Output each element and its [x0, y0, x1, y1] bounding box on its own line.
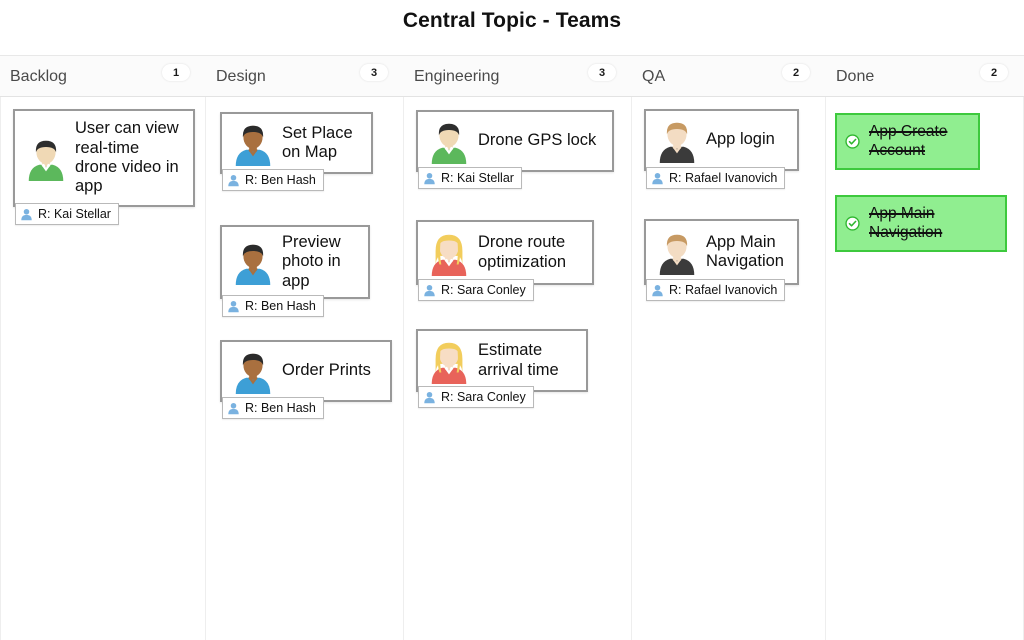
card[interactable]: App login R: Rafael Ivanovich [644, 109, 799, 189]
kanban-board: Central Topic - Teams Backlog 1 Design 3 Eng… [0, 0, 1024, 640]
card[interactable]: Order Prints R: Ben Hash [220, 340, 392, 419]
assignee-name: R: Ben Hash [245, 173, 316, 187]
column-header-qa[interactable]: QA [642, 56, 665, 98]
card-title: App Main Navigation [706, 232, 784, 270]
card[interactable]: Drone GPS lock R: Kai Stellar [416, 110, 614, 189]
task-card[interactable]: App Main Navigation [644, 219, 799, 285]
column-count-badge-engineering: 3 [588, 64, 616, 81]
card-title: App Main Navigation [869, 205, 943, 241]
card[interactable]: Set Place on Map R: Ben Hash [220, 112, 373, 191]
task-card[interactable]: User can view real-time drone video in a… [13, 109, 195, 207]
person-icon [423, 391, 436, 404]
assignee-badge[interactable]: R: Sara Conley [418, 279, 534, 301]
assignee-name: R: Sara Conley [441, 283, 526, 297]
assignee-badge[interactable]: R: Kai Stellar [418, 167, 522, 189]
card[interactable]: Estimate arrival time R: Sara Conley [416, 329, 588, 408]
column-header-design[interactable]: Design [216, 56, 266, 98]
avatar-ben-hash [230, 348, 276, 394]
card-title: App Create Account [869, 123, 948, 159]
column-count-badge-backlog: 1 [162, 64, 190, 81]
assignee-badge[interactable]: R: Sara Conley [418, 386, 534, 408]
card-title: Preview photo in app [282, 232, 341, 290]
column-name: Design [216, 68, 266, 85]
card[interactable]: Drone route optimization R: Sara Conley [416, 220, 594, 301]
check-circle-icon [845, 216, 860, 231]
lane-engineering[interactable]: Drone GPS lock R: Kai Stellar Drone rout… [404, 97, 632, 640]
page-title: Central Topic - Teams [402, 9, 622, 32]
column-header-backlog[interactable]: Backlog [10, 56, 67, 98]
avatar-ben-hash [230, 120, 276, 166]
column-count-badge-design: 3 [360, 64, 388, 81]
card[interactable]: App Main Navigation R: Rafael Ivanovich [644, 219, 799, 301]
card[interactable]: App Create Account [835, 113, 980, 170]
assignee-name: R: Rafael Ivanovich [669, 283, 778, 297]
assignee-badge[interactable]: R: Ben Hash [222, 169, 324, 191]
assignee-name: R: Ben Hash [245, 299, 316, 313]
person-icon [423, 172, 436, 185]
lane-design[interactable]: Set Place on Map R: Ben Hash Preview pho… [206, 97, 404, 640]
column-header-done[interactable]: Done [836, 56, 874, 98]
card[interactable]: Preview photo in app R: Ben Hash [220, 225, 370, 317]
card[interactable]: User can view real-time drone video in a… [13, 109, 195, 225]
task-card[interactable]: Order Prints [220, 340, 392, 402]
avatar-sara-conley [426, 338, 472, 384]
column-name: Backlog [10, 68, 67, 85]
person-icon [423, 284, 436, 297]
lane-done[interactable]: App Create Account App Main Navigation [826, 97, 1024, 640]
column-name: Engineering [414, 68, 500, 85]
avatar-rafael-ivanovich [654, 229, 700, 275]
person-icon [651, 172, 664, 185]
column-name: QA [642, 68, 666, 85]
card-title: Order Prints [282, 361, 371, 380]
person-icon [227, 300, 240, 313]
card-title: App login [706, 130, 775, 149]
card-title: Set Place on Map [282, 123, 353, 161]
task-card[interactable]: Preview photo in app [220, 225, 370, 299]
column-header-row: Backlog 1 Design 3 Engineering 3 QA 2 Done 2 [0, 55, 1024, 97]
board-title-bar: Central Topic - Teams [0, 0, 1024, 42]
person-icon [651, 284, 664, 297]
column-count-badge-done: 2 [980, 64, 1008, 81]
task-card[interactable]: Drone GPS lock [416, 110, 614, 172]
task-card[interactable]: Drone route optimization [416, 220, 594, 285]
avatar-rafael-ivanovich [654, 117, 700, 163]
task-card[interactable]: Estimate arrival time [416, 329, 588, 392]
assignee-name: R: Rafael Ivanovich [669, 171, 778, 185]
person-icon [20, 208, 33, 221]
assignee-badge[interactable]: R: Kai Stellar [15, 203, 119, 225]
avatar-sara-conley [426, 230, 472, 276]
assignee-badge[interactable]: R: Rafael Ivanovich [646, 167, 786, 189]
board-lanes: User can view real-time drone video in a… [0, 97, 1024, 640]
avatar-kai-stellar [23, 135, 69, 181]
task-card[interactable]: Set Place on Map [220, 112, 373, 174]
assignee-name: R: Sara Conley [441, 390, 526, 404]
task-card[interactable]: App login [644, 109, 799, 171]
assignee-badge[interactable]: R: Rafael Ivanovich [646, 279, 786, 301]
assignee-name: R: Kai Stellar [38, 207, 111, 221]
card-title: Drone GPS lock [478, 131, 597, 150]
column-name: Done [836, 68, 875, 85]
lane-qa[interactable]: App login R: Rafael Ivanovich App Main N… [632, 97, 826, 640]
card-title: User can view real-time drone video in a… [75, 119, 179, 196]
assignee-name: R: Ben Hash [245, 401, 316, 415]
person-icon [227, 174, 240, 187]
column-header-engineering[interactable]: Engineering [414, 56, 499, 98]
avatar-kai-stellar [426, 118, 472, 164]
avatar-ben-hash [230, 239, 276, 285]
card-title: Estimate arrival time [478, 341, 559, 379]
done-card[interactable]: App Main Navigation [835, 195, 1007, 252]
assignee-badge[interactable]: R: Ben Hash [222, 295, 324, 317]
check-circle-icon [845, 134, 860, 149]
person-icon [227, 402, 240, 415]
lane-backlog[interactable]: User can view real-time drone video in a… [0, 97, 206, 640]
assignee-badge[interactable]: R: Ben Hash [222, 397, 324, 419]
card[interactable]: App Main Navigation [835, 195, 1007, 252]
card-title: Drone route optimization [478, 233, 567, 271]
assignee-name: R: Kai Stellar [441, 171, 514, 185]
column-count-badge-qa: 2 [782, 64, 810, 81]
done-card[interactable]: App Create Account [835, 113, 980, 170]
